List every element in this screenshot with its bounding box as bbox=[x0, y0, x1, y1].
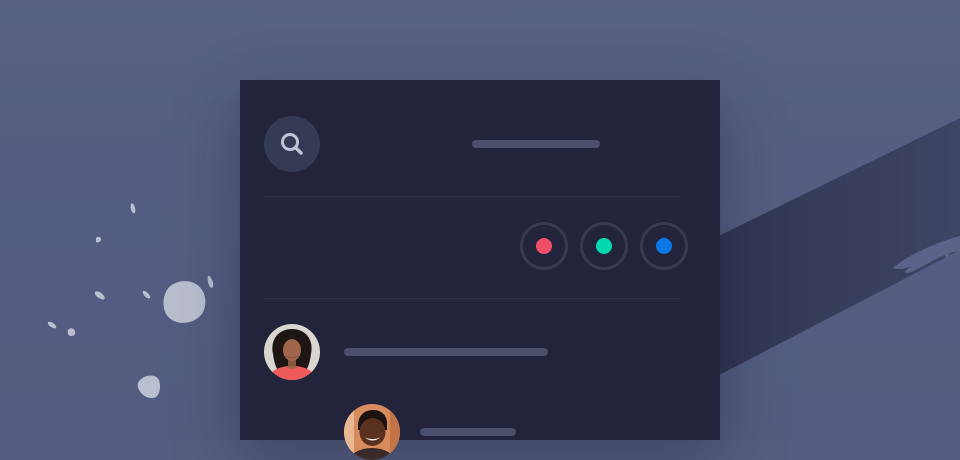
color-option-red-button[interactable] bbox=[520, 222, 568, 270]
avatar[interactable] bbox=[264, 324, 320, 380]
color-option-teal-button[interactable] bbox=[580, 222, 628, 270]
header-title-placeholder bbox=[472, 140, 600, 148]
list-item-text-placeholder bbox=[420, 428, 516, 436]
avatar[interactable] bbox=[344, 404, 400, 460]
red-dot-icon bbox=[536, 238, 552, 254]
search-icon bbox=[281, 133, 303, 155]
teal-dot-icon bbox=[596, 238, 612, 254]
main-panel bbox=[240, 80, 720, 460]
search-button[interactable] bbox=[264, 116, 320, 172]
blue-dot-icon bbox=[656, 238, 672, 254]
list-item-text-placeholder bbox=[344, 348, 548, 356]
color-option-blue-button[interactable] bbox=[640, 222, 688, 270]
divider bbox=[264, 298, 680, 299]
divider bbox=[264, 196, 680, 197]
